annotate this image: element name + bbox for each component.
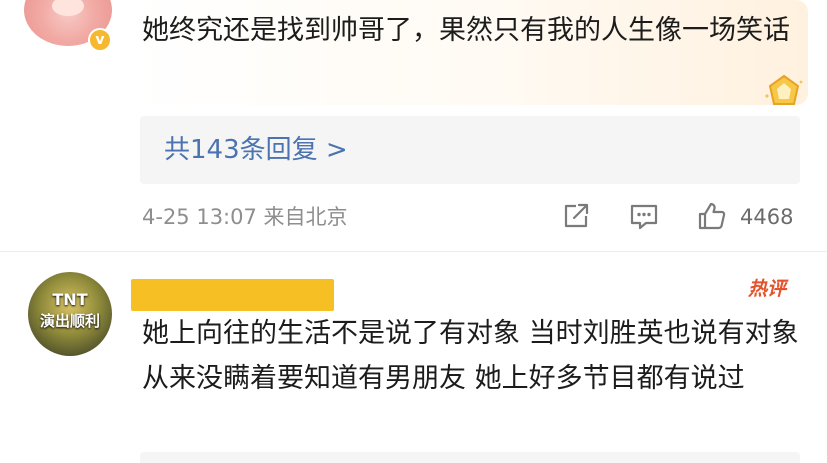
medal-icon[interactable]	[762, 72, 806, 112]
avatar-mouth	[52, 0, 84, 16]
username-redacted[interactable]	[131, 279, 334, 311]
replies-container[interactable]	[140, 452, 800, 463]
avatar[interactable]: TNT 演出顺利	[28, 272, 112, 356]
hot-comment-badge: 热评	[748, 278, 787, 300]
verified-badge-icon: v	[88, 28, 112, 52]
comment-feed: v 她终究还是找到帅哥了，果然只有我的人生像一场笑话 共143条回复 > 4-2…	[0, 0, 827, 463]
share-icon[interactable]	[560, 200, 592, 232]
comment-icon[interactable]	[628, 200, 660, 232]
comment-meta: 4-25 13:07 来自北京	[142, 205, 348, 229]
like-count: 4468	[740, 205, 794, 229]
comment-text: 她终究还是找到帅哥了，果然只有我的人生像一场笑话	[142, 15, 790, 46]
avatar-label: TNT	[52, 290, 88, 309]
divider	[0, 251, 827, 252]
avatar-label: 演出顺利	[39, 312, 100, 330]
view-replies-link[interactable]: 共143条回复 >	[164, 131, 348, 169]
like-icon[interactable]	[696, 200, 728, 232]
comment-text: 她上向往的生活不是说了有对象 当时刘胜英也说有对象从来没瞒着要知道有男朋友 她上…	[142, 318, 799, 394]
